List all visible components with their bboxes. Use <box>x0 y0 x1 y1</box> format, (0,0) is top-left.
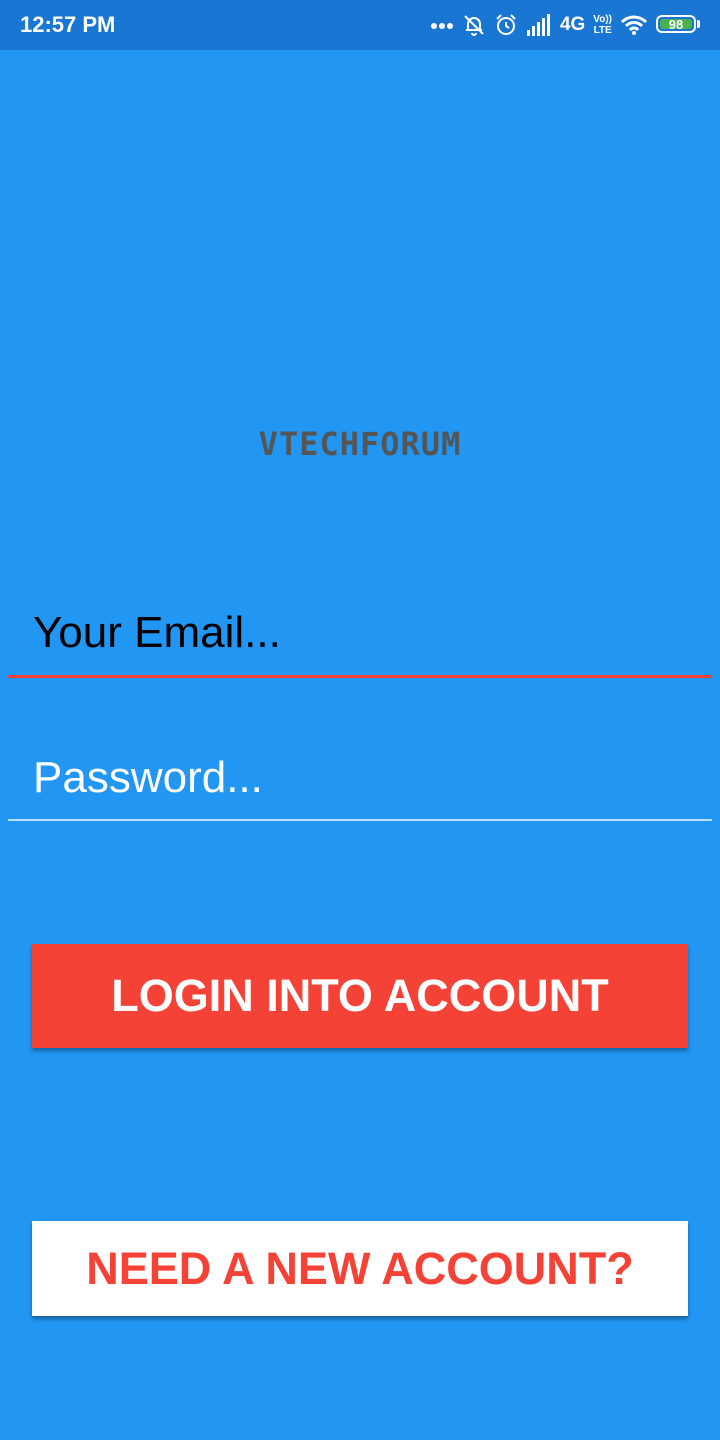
register-button[interactable]: NEED A NEW ACCOUNT? <box>32 1221 688 1316</box>
more-dots-icon <box>430 23 453 29</box>
network-type: 4G <box>559 14 586 35</box>
signal-icon <box>526 14 550 36</box>
status-icons: 4G Vo)) LTE 98 <box>430 10 700 40</box>
volte-top-label: Vo)) <box>593 14 612 25</box>
password-input[interactable] <box>8 736 712 819</box>
volte-indicator: Vo)) LTE <box>593 14 612 36</box>
battery-level: 98 <box>660 17 692 32</box>
volte-bottom-label: LTE <box>593 25 612 36</box>
notifications-off-icon <box>464 15 484 36</box>
password-field[interactable] <box>8 736 712 821</box>
email-field[interactable] <box>8 590 712 678</box>
login-button[interactable]: LOGIN INTO ACCOUNT <box>32 944 688 1048</box>
wifi-icon <box>620 15 648 35</box>
alarm-icon <box>496 14 516 35</box>
battery-icon: 98 <box>656 15 700 35</box>
app-logo: VTECHFORUM <box>258 425 462 463</box>
email-input[interactable] <box>8 590 712 675</box>
status-bar: 12:57 PM 4G Vo)) LTE 98 <box>0 0 720 50</box>
status-time: 12:57 PM <box>20 12 116 37</box>
